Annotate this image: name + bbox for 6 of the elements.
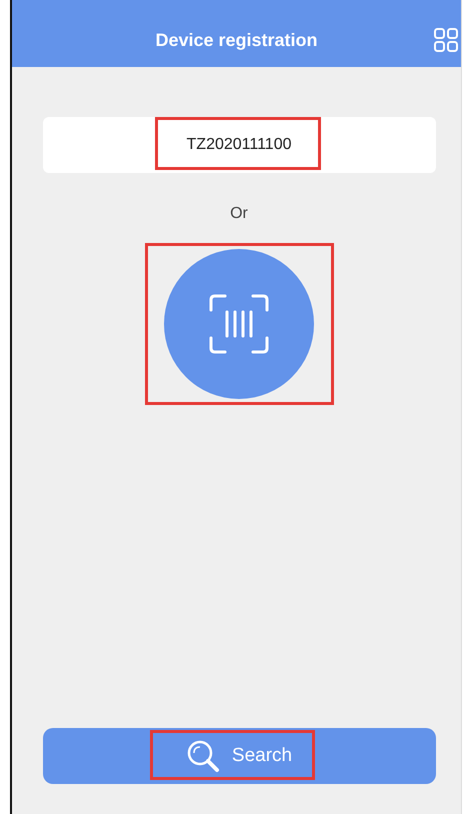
- grid-icon[interactable]: [434, 28, 458, 52]
- device-id-field[interactable]: TZ2020111100: [42, 117, 436, 173]
- search-icon: [186, 739, 220, 773]
- barcode-scan-icon: [207, 292, 271, 356]
- or-label: Or: [230, 205, 248, 223]
- screen-title: Device registration: [155, 30, 318, 51]
